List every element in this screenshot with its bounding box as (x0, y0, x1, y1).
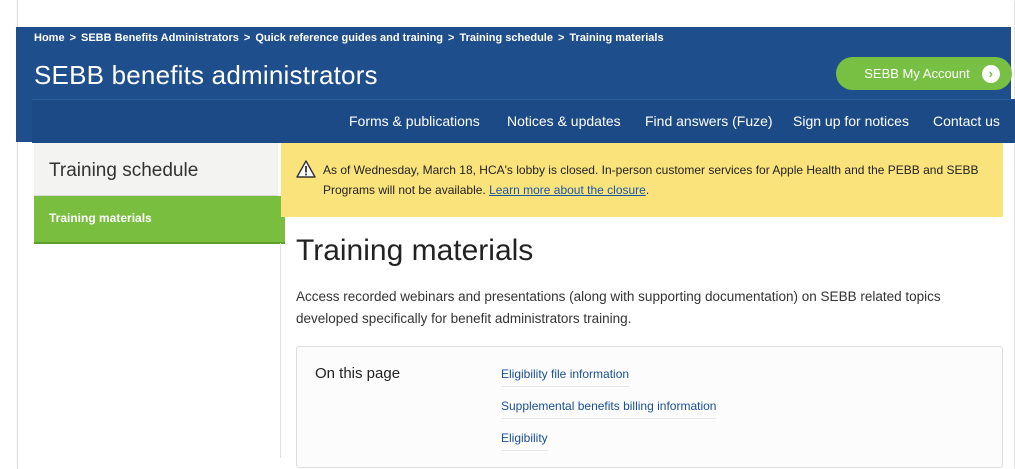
nav-forms-publications[interactable]: Forms & publications (349, 113, 480, 129)
breadcrumb: Home > SEBB Benefits Administrators > Quick … (34, 32, 664, 44)
warning-icon (296, 160, 316, 178)
page-intro: Access recorded webinars and presentatio… (296, 289, 941, 326)
arrow-right-circle-icon: › (981, 64, 1000, 83)
on-this-page-label: On this page (315, 365, 401, 382)
nav-find-answers[interactable]: Find answers (Fuze) (645, 113, 773, 129)
breadcrumb-sebb-admins[interactable]: SEBB Benefits Administrators (81, 32, 239, 44)
sidebar-title[interactable]: Training schedule (49, 160, 198, 182)
breadcrumb-current: Training materials (569, 32, 664, 44)
nav-notices-updates[interactable]: Notices & updates (507, 113, 621, 129)
link-supplemental-benefits-billing[interactable]: Supplemental benefits billing informatio… (501, 399, 717, 419)
site-title[interactable]: SEBB benefits administrators (34, 60, 378, 91)
sebb-my-account-button[interactable]: SEBB My Account › (836, 57, 1012, 90)
closure-alert: As of Wednesday, March 18, HCA's lobby i… (281, 143, 1003, 217)
account-button-label: SEBB My Account (864, 66, 970, 81)
alert-period: . (645, 183, 650, 197)
alert-text: As of Wednesday, March 18, HCA's lobby i… (323, 163, 979, 197)
breadcrumb-separator: > (243, 32, 251, 44)
nav-contact-us[interactable]: Contact us (933, 113, 1000, 129)
link-eligibility[interactable]: Eligibility (501, 431, 548, 451)
link-eligibility-file-information[interactable]: Eligibility file information (501, 367, 630, 387)
breadcrumb-separator: > (69, 32, 76, 44)
sidebar-item-label: Training materials (49, 211, 152, 225)
closure-learn-more-link[interactable]: Learn more about the closure (489, 183, 646, 197)
alert-message: As of Wednesday, March 18, HCA's lobby i… (323, 160, 988, 200)
main-nav: Forms & publications Notices & updates F… (32, 99, 1015, 143)
sidebar-item-training-materials[interactable]: Training materials (34, 196, 285, 244)
breadcrumb-home[interactable]: Home (34, 32, 65, 44)
sidebar-heading: Training schedule (34, 143, 278, 196)
on-this-page-box: On this page Eligibility file informatio… (296, 346, 1003, 468)
breadcrumb-separator: > (557, 32, 565, 44)
nav-sign-up-notices[interactable]: Sign up for notices (793, 113, 909, 129)
breadcrumb-separator: > (448, 32, 455, 44)
sidebar-divider (280, 243, 281, 458)
breadcrumb-training-schedule[interactable]: Training schedule (459, 32, 553, 44)
site-header: Home > SEBB Benefits Administrators > Quick … (16, 27, 1015, 143)
breadcrumb-quick-reference[interactable]: Quick reference guides and training (255, 32, 443, 44)
page-title: Training materials (296, 234, 534, 267)
